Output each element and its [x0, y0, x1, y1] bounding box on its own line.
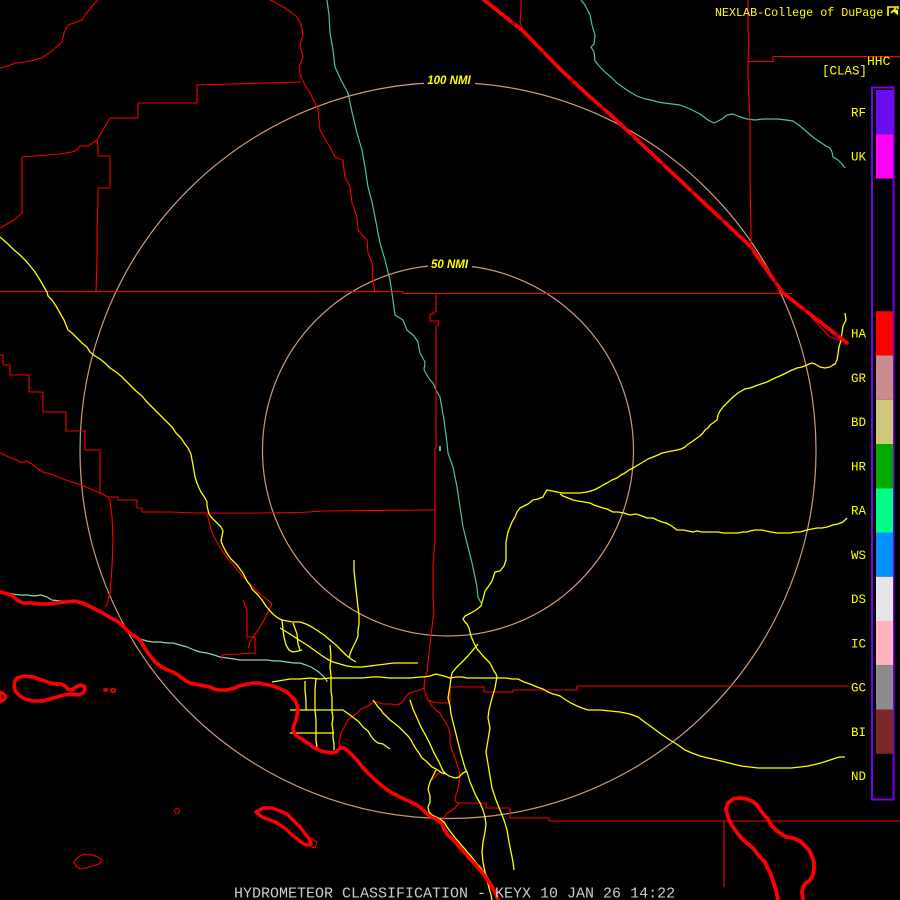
svg-text:50 NMI: 50 NMI	[431, 259, 469, 271]
svg-text:GC: GC	[851, 682, 866, 696]
svg-text:HA: HA	[851, 328, 867, 342]
svg-text:GR: GR	[851, 372, 867, 386]
svg-text:WS: WS	[851, 549, 866, 563]
svg-text:DS: DS	[851, 593, 866, 607]
svg-text:HHC: HHC	[867, 54, 891, 69]
svg-text:[CLAS]: [CLAS]	[822, 65, 867, 79]
svg-text:IC: IC	[851, 638, 866, 652]
svg-text:100 NMI: 100 NMI	[427, 75, 471, 87]
svg-text:HYDROMETEOR CLASSIFICATION - K: HYDROMETEOR CLASSIFICATION - KEYX 10 JAN…	[234, 886, 675, 900]
svg-text:RF: RF	[851, 107, 866, 121]
svg-text:BI: BI	[851, 726, 866, 740]
svg-text:ND: ND	[851, 770, 866, 784]
svg-text:UK: UK	[851, 151, 867, 165]
svg-text:RA: RA	[851, 505, 867, 519]
svg-text:BD: BD	[851, 416, 866, 430]
svg-text:NEXLAB-College of DuPage: NEXLAB-College of DuPage	[715, 6, 883, 20]
svg-text:HR: HR	[851, 461, 867, 475]
